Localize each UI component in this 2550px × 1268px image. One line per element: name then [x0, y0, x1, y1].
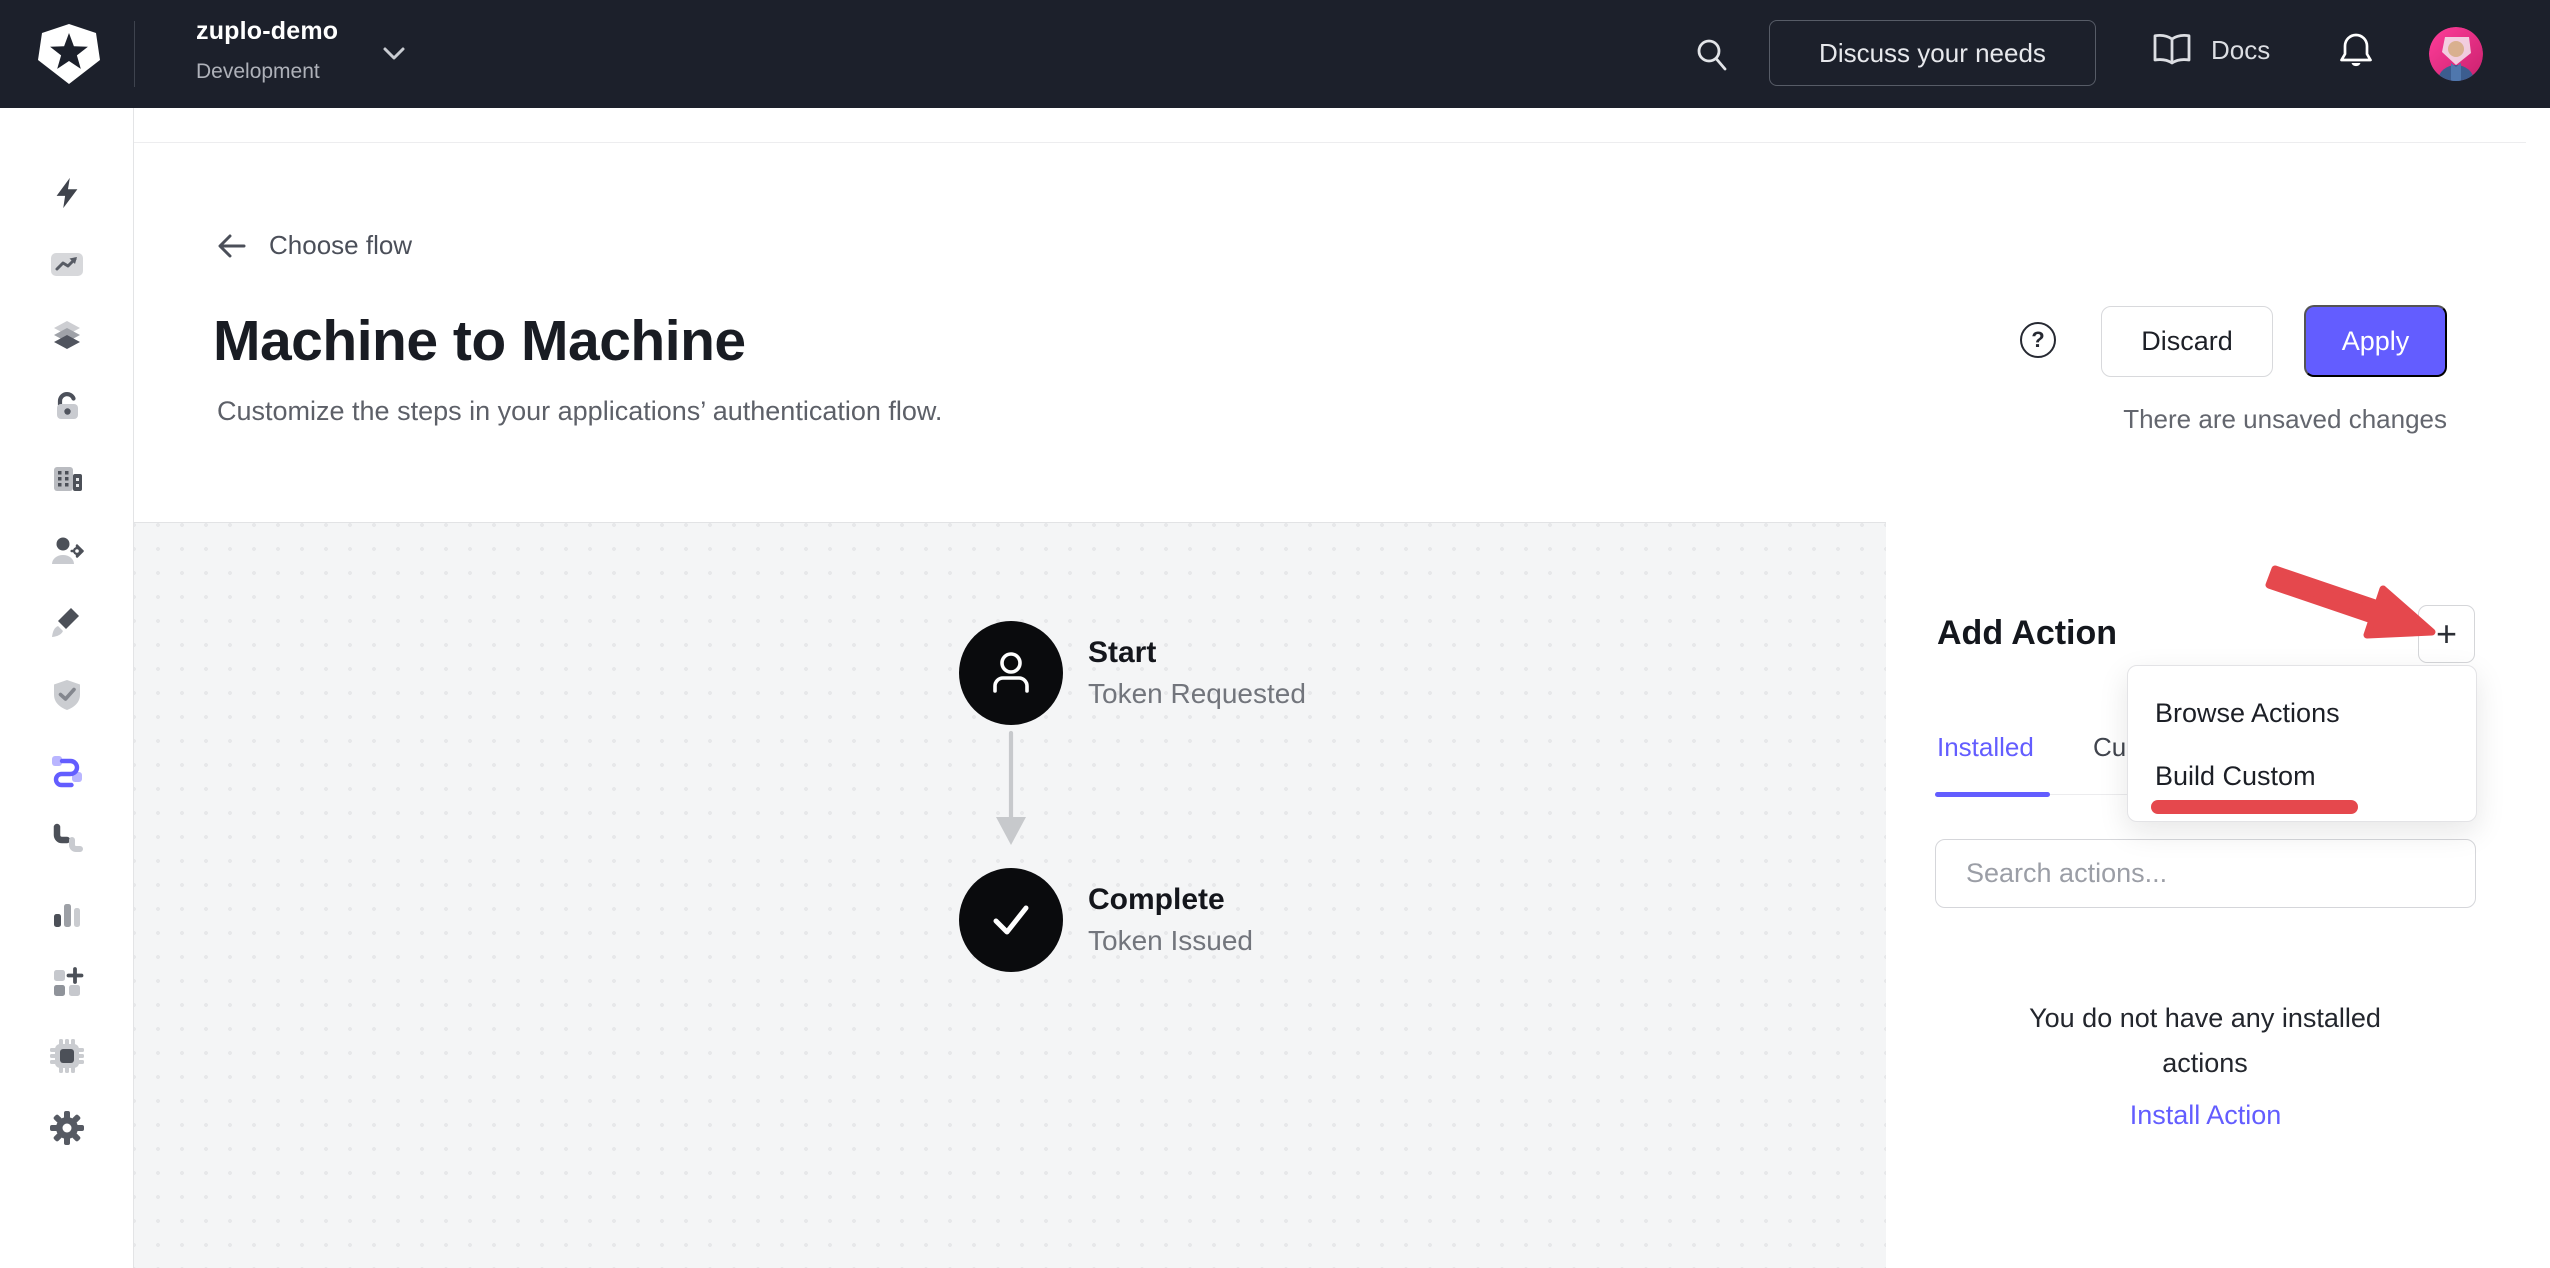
pipes-icon — [49, 822, 85, 858]
back-to-choose-flow[interactable]: Choose flow — [215, 230, 412, 261]
topbar: zuplo-demo Development Discuss your need… — [0, 0, 2550, 108]
building-icon — [49, 461, 85, 497]
node-complete-title: Complete — [1088, 883, 1225, 917]
back-label: Choose flow — [269, 230, 412, 261]
node-complete-subtitle: Token Issued — [1088, 925, 1253, 957]
panel-title: Add Action — [1937, 614, 2117, 653]
sidebar-item-branding[interactable] — [48, 604, 86, 642]
search-actions-input[interactable] — [1935, 839, 2476, 908]
active-tab-underline — [1935, 792, 2050, 797]
person-icon — [983, 645, 1039, 701]
tenant-name: zuplo-demo — [196, 17, 338, 46]
sidebar-item-actions[interactable] — [48, 750, 86, 788]
flow-connector-arrow — [985, 729, 1037, 855]
tenant-environment: Development — [196, 60, 320, 84]
sidebar-item-hooks[interactable] — [48, 821, 86, 859]
check-icon — [983, 892, 1039, 948]
topbar-divider — [134, 21, 135, 87]
lock-open-icon — [49, 389, 85, 425]
annotation-arrow — [2240, 555, 2460, 655]
search-icon[interactable] — [1694, 36, 1730, 74]
flow-canvas[interactable]: Start Token Requested Complete Token Iss… — [134, 522, 1886, 1268]
unsaved-changes-notice: There are unsaved changes — [2000, 404, 2447, 435]
sidebar-item-user-management[interactable] — [48, 532, 86, 570]
add-action-dropdown-menu: Browse Actions Build Custom — [2127, 665, 2477, 822]
bar-chart-icon — [49, 895, 85, 931]
tenant-switcher[interactable]: zuplo-demo Development — [160, 0, 440, 108]
sidebar-item-monitoring[interactable] — [48, 894, 86, 932]
menu-item-build-custom[interactable]: Build Custom — [2155, 761, 2316, 792]
subheader-divider — [134, 142, 2526, 143]
blocks-plus-icon — [49, 965, 85, 1001]
apply-button[interactable]: Apply — [2304, 305, 2447, 377]
bell-icon[interactable] — [2336, 31, 2376, 77]
sidebar-item-security[interactable] — [48, 676, 86, 714]
empty-state-message: You do not have any installed actions — [1985, 996, 2425, 1086]
sidebar-item-extensibility[interactable] — [48, 1037, 86, 1075]
discuss-your-needs-label: Discuss your needs — [1819, 38, 2046, 69]
menu-item-browse-actions[interactable]: Browse Actions — [2155, 698, 2340, 729]
sidebar-item-organizations[interactable] — [48, 460, 86, 498]
install-action-link[interactable]: Install Action — [1935, 1100, 2476, 1131]
sidebar-item-marketplace[interactable] — [48, 964, 86, 1002]
flow-node-complete[interactable] — [959, 868, 1063, 972]
gear-icon — [49, 1110, 85, 1146]
user-gear-icon — [49, 533, 85, 569]
page-subtitle: Customize the steps in your applications… — [217, 396, 942, 427]
docs-label: Docs — [2211, 35, 2270, 66]
discuss-your-needs-button[interactable]: Discuss your needs — [1769, 20, 2096, 86]
flow-route-icon — [48, 750, 86, 788]
lightning-icon — [50, 176, 84, 210]
book-icon — [2150, 30, 2194, 70]
shield-check-icon — [49, 677, 85, 713]
sidebar-item-settings[interactable] — [48, 1109, 86, 1147]
activity-chart-icon — [49, 246, 85, 282]
tab-installed[interactable]: Installed — [1937, 732, 2034, 763]
discard-button[interactable]: Discard — [2101, 306, 2273, 377]
paintbrush-icon — [49, 605, 85, 641]
arrow-left-icon — [215, 231, 247, 261]
app-screen: zuplo-demo Development Discuss your need… — [0, 0, 2550, 1268]
node-start-title: Start — [1088, 636, 1156, 670]
page-title: Machine to Machine — [213, 308, 746, 374]
search-actions-container — [1935, 839, 2476, 908]
auth0-logo-icon — [37, 22, 101, 86]
sidebar-item-getting-started[interactable] — [48, 174, 86, 212]
flow-node-start[interactable] — [959, 621, 1063, 725]
chip-icon — [49, 1038, 85, 1074]
help-icon[interactable]: ? — [2020, 322, 2056, 358]
sidebar-item-activity[interactable] — [48, 245, 86, 283]
sidebar-item-authentication[interactable] — [48, 388, 86, 426]
sidebar-item-applications[interactable] — [48, 317, 86, 355]
layers-icon — [49, 318, 85, 354]
sidebar — [0, 108, 134, 1268]
chevron-down-icon — [382, 46, 406, 62]
avatar[interactable] — [2429, 27, 2483, 81]
docs-link[interactable]: Docs — [2150, 30, 2270, 70]
build-custom-annotation-underline — [2151, 800, 2358, 814]
node-start-subtitle: Token Requested — [1088, 678, 1306, 710]
